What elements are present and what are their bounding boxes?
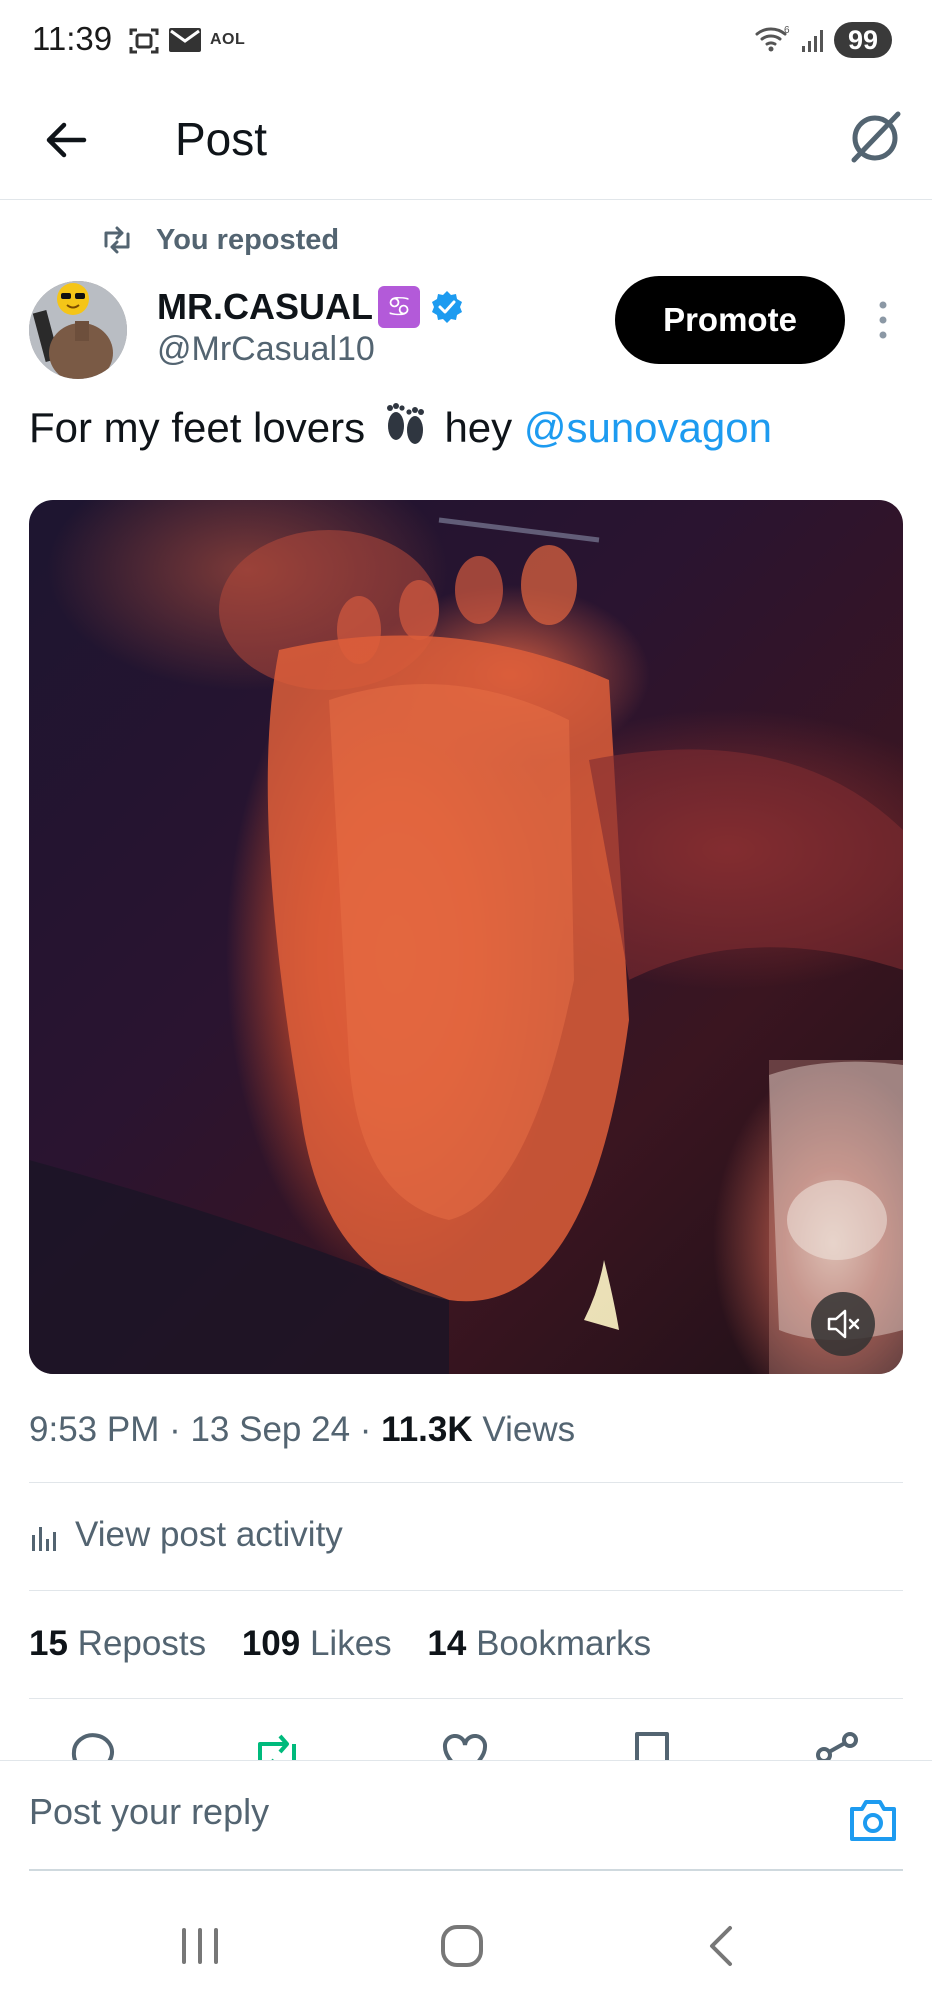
reply-input[interactable] (29, 1791, 809, 1833)
likes-count: 109 (241, 1624, 301, 1663)
bookmarks-stat[interactable]: 14 Bookmarks (427, 1624, 651, 1663)
post-stats: 15 Reposts 109 Likes 14 Bookmarks (29, 1624, 677, 1664)
share-icon (816, 1732, 858, 1760)
post-meta: 9:53 PM · 13 Sep 24 · 11.3K Views (29, 1410, 576, 1449)
avatar-image (29, 281, 127, 379)
recents-icon (182, 1928, 218, 1964)
arrow-left-icon (46, 122, 87, 158)
more-options-button[interactable] (868, 298, 898, 342)
footprints-emoji-icon (381, 400, 429, 458)
divider (29, 1698, 903, 1699)
battery-indicator: 99 (834, 22, 892, 58)
author-handle[interactable]: @MrCasual10 (157, 330, 375, 369)
author-name[interactable]: MR.CASUAL (157, 286, 373, 328)
likes-label: Likes (309, 1624, 392, 1663)
video-frame (29, 517, 903, 1374)
repost-icon (104, 226, 130, 254)
camera-icon (850, 1800, 896, 1841)
aol-label: AOL (210, 31, 246, 48)
mention-link[interactable]: @sunovagon (524, 404, 772, 451)
reply-bar (0, 1760, 932, 1871)
promote-button[interactable]: Promote (615, 276, 845, 364)
status-bar: 11:39 AOL 6 99 (0, 0, 932, 80)
analytics-icon (32, 1527, 56, 1551)
activity-label: View post activity (75, 1515, 343, 1554)
repost-label: You reposted (156, 224, 340, 256)
post-text-start: For my feet lovers (29, 404, 366, 451)
post-text-middle: hey (444, 404, 513, 451)
repost-icon (258, 1734, 296, 1760)
app-header: Post (0, 80, 932, 200)
bookmarks-count: 14 (427, 1624, 467, 1663)
share-button[interactable] (812, 1730, 862, 1760)
post-time: 9:53 PM (29, 1410, 160, 1449)
mute-button[interactable] (811, 1292, 875, 1356)
reposts-stat[interactable]: 15 Reposts (29, 1624, 206, 1663)
status-time: 11:39 (32, 20, 113, 57)
reply-icon (71, 1733, 114, 1760)
svg-text:6: 6 (784, 25, 790, 36)
heart-icon (442, 1734, 488, 1760)
camera-button[interactable] (848, 1797, 898, 1843)
home-icon (441, 1925, 483, 1967)
bookmark-icon (635, 1732, 669, 1760)
mail-icon (168, 26, 202, 59)
avatar[interactable] (29, 281, 127, 379)
verified-badge-icon (430, 290, 464, 324)
screenshot-icon (128, 26, 160, 61)
wifi-icon: 6 (755, 24, 791, 59)
chevron-left-icon (710, 1926, 732, 1966)
views-label: Views (482, 1410, 576, 1449)
signal-icon (800, 26, 828, 59)
likes-stat[interactable]: 109 Likes (242, 1624, 392, 1663)
bookmarks-label: Bookmarks (476, 1624, 652, 1663)
grok-icon (851, 111, 901, 163)
action-bar (0, 1730, 932, 1760)
grok-button[interactable] (840, 102, 910, 172)
divider (29, 1590, 903, 1591)
recents-button[interactable] (170, 1916, 230, 1976)
reply-button[interactable] (68, 1730, 118, 1760)
like-button[interactable] (440, 1730, 490, 1760)
home-button[interactable] (432, 1916, 492, 1976)
page-title: Post (175, 113, 268, 165)
repost-button[interactable] (252, 1730, 302, 1760)
muted-speaker-icon (827, 1309, 860, 1339)
post-video[interactable] (29, 500, 903, 1374)
reposts-label: Reposts (77, 1624, 207, 1663)
zodiac-badge: ♋ (378, 286, 420, 328)
divider (29, 1482, 903, 1483)
reposts-count: 15 (29, 1624, 68, 1663)
system-nav-bar (0, 1880, 932, 2000)
back-button[interactable] (38, 110, 98, 170)
bookmark-button[interactable] (627, 1730, 677, 1760)
more-vertical-icon (879, 301, 887, 339)
views-count: 11.3K (381, 1410, 473, 1449)
system-back-button[interactable] (692, 1916, 752, 1976)
post-date: 13 Sep 24 (190, 1410, 351, 1449)
reply-underline (29, 1869, 903, 1871)
post-text: For my feet lovers hey @sunovagon (29, 400, 772, 458)
